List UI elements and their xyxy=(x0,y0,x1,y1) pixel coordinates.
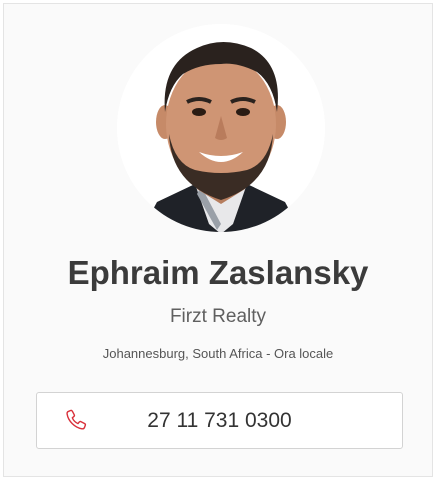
agent-location: Johannesburg, South Africa - Ora locale xyxy=(102,346,334,361)
agent-name: Ephraim Zaslansky xyxy=(67,254,369,291)
phone-number: 27 11 731 0300 xyxy=(147,409,292,432)
agent-card: Ephraim Zaslansky Firzt Realty Johannesb… xyxy=(3,3,433,477)
agent-company: Firzt Realty xyxy=(169,306,267,327)
agent-avatar xyxy=(117,24,325,232)
call-button[interactable]: 27 11 731 0300 xyxy=(36,392,403,449)
